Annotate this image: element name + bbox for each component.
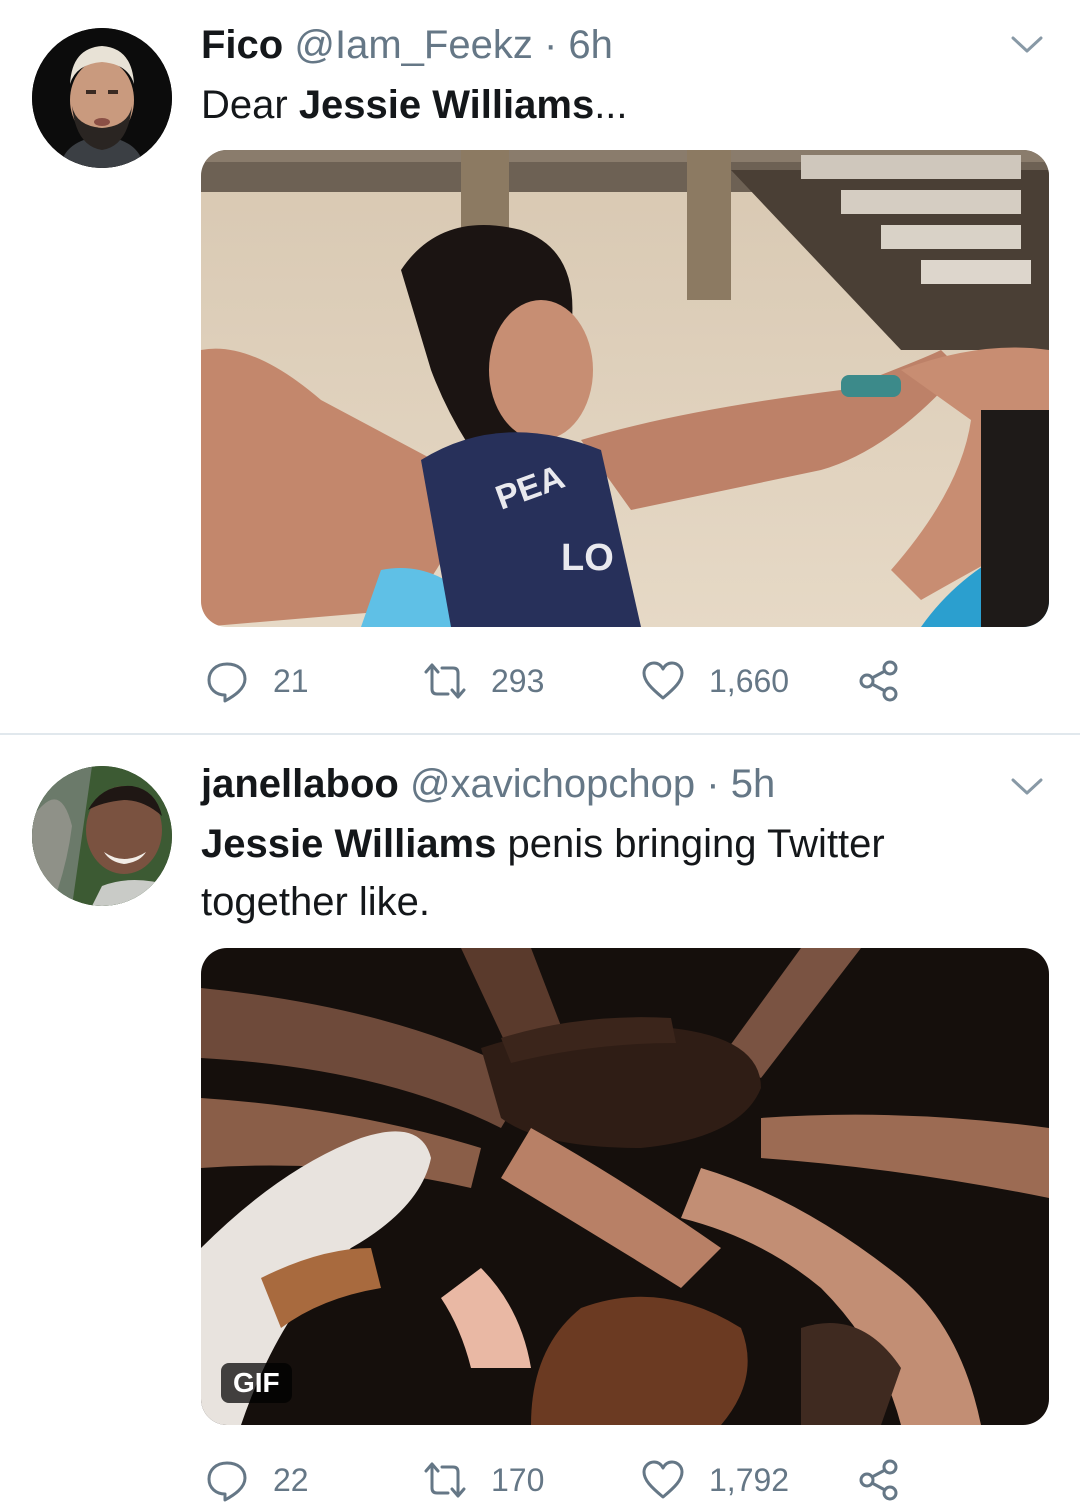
tweet-text-plain: Dear [201,83,299,127]
tweet-text-rest: ... [594,83,628,127]
reply-count: 21 [273,662,309,699]
retweet-arrows-icon [423,1458,467,1502]
tweet-header: Fico @Iam_Feekz · 6h [201,20,1000,70]
tweet-header: janellaboo @xavichopchop · 5h [201,759,1000,809]
share-nodes-icon [857,1458,901,1502]
tweet-actions: 21 293 1,660 [201,656,921,706]
retweet-count: 293 [491,662,545,699]
speech-bubble-icon [205,659,249,703]
avatar[interactable] [32,766,172,906]
share-nodes-icon [857,659,901,703]
like-button[interactable]: 1,792 [641,1455,789,1505]
mention-name: Jessie Williams [298,83,595,127]
tweet-text: Dear Jessie Williams... [201,76,1010,134]
heart-icon [641,659,685,703]
display-name[interactable]: Fico [201,23,283,67]
share-button[interactable] [857,656,901,706]
retweet-count: 170 [491,1461,545,1498]
chevron-down-icon[interactable] [1010,34,1044,56]
retweet-arrows-icon [423,659,467,703]
speech-bubble-icon [205,1458,249,1502]
like-count: 1,792 [709,1461,790,1498]
like-count: 1,660 [709,662,790,699]
tweet-gif[interactable]: GIF [201,948,1049,1425]
retweet-button[interactable]: 293 [423,656,544,706]
gif-badge: GIF [221,1363,292,1403]
separator-dot: · [706,762,720,806]
display-name[interactable]: janellaboo [201,762,399,806]
user-handle[interactable]: @Iam_Feekz [294,23,532,67]
timestamp[interactable]: 6h [568,23,613,67]
reply-button[interactable]: 21 [205,656,309,706]
chevron-down-icon[interactable] [1010,776,1044,798]
tweet-actions: 22 170 1,792 [201,1455,921,1505]
share-button[interactable] [857,1455,901,1505]
like-button[interactable]: 1,660 [641,656,789,706]
tweet[interactable]: janellaboo @xavichopchop · 5h Jessie Wil… [0,735,1080,1510]
reply-button[interactable]: 22 [205,1455,309,1505]
reply-count: 22 [273,1461,309,1498]
heart-icon [641,1458,685,1502]
retweet-button[interactable]: 170 [423,1455,544,1505]
separator-dot: · [543,23,558,67]
svg-text:LO: LO [561,537,614,579]
tweet-image[interactable]: PEA LO [201,150,1049,627]
tweet[interactable]: Fico @Iam_Feekz · 6h Dear Jessie William… [0,0,1080,735]
mention-name: Jessie Williams [201,822,497,866]
tweet-text: Jessie Williams penis bringing Twitter t… [201,815,1010,931]
user-handle[interactable]: @xavichopchop [410,762,695,806]
timestamp[interactable]: 5h [731,762,776,806]
avatar[interactable] [32,28,172,168]
